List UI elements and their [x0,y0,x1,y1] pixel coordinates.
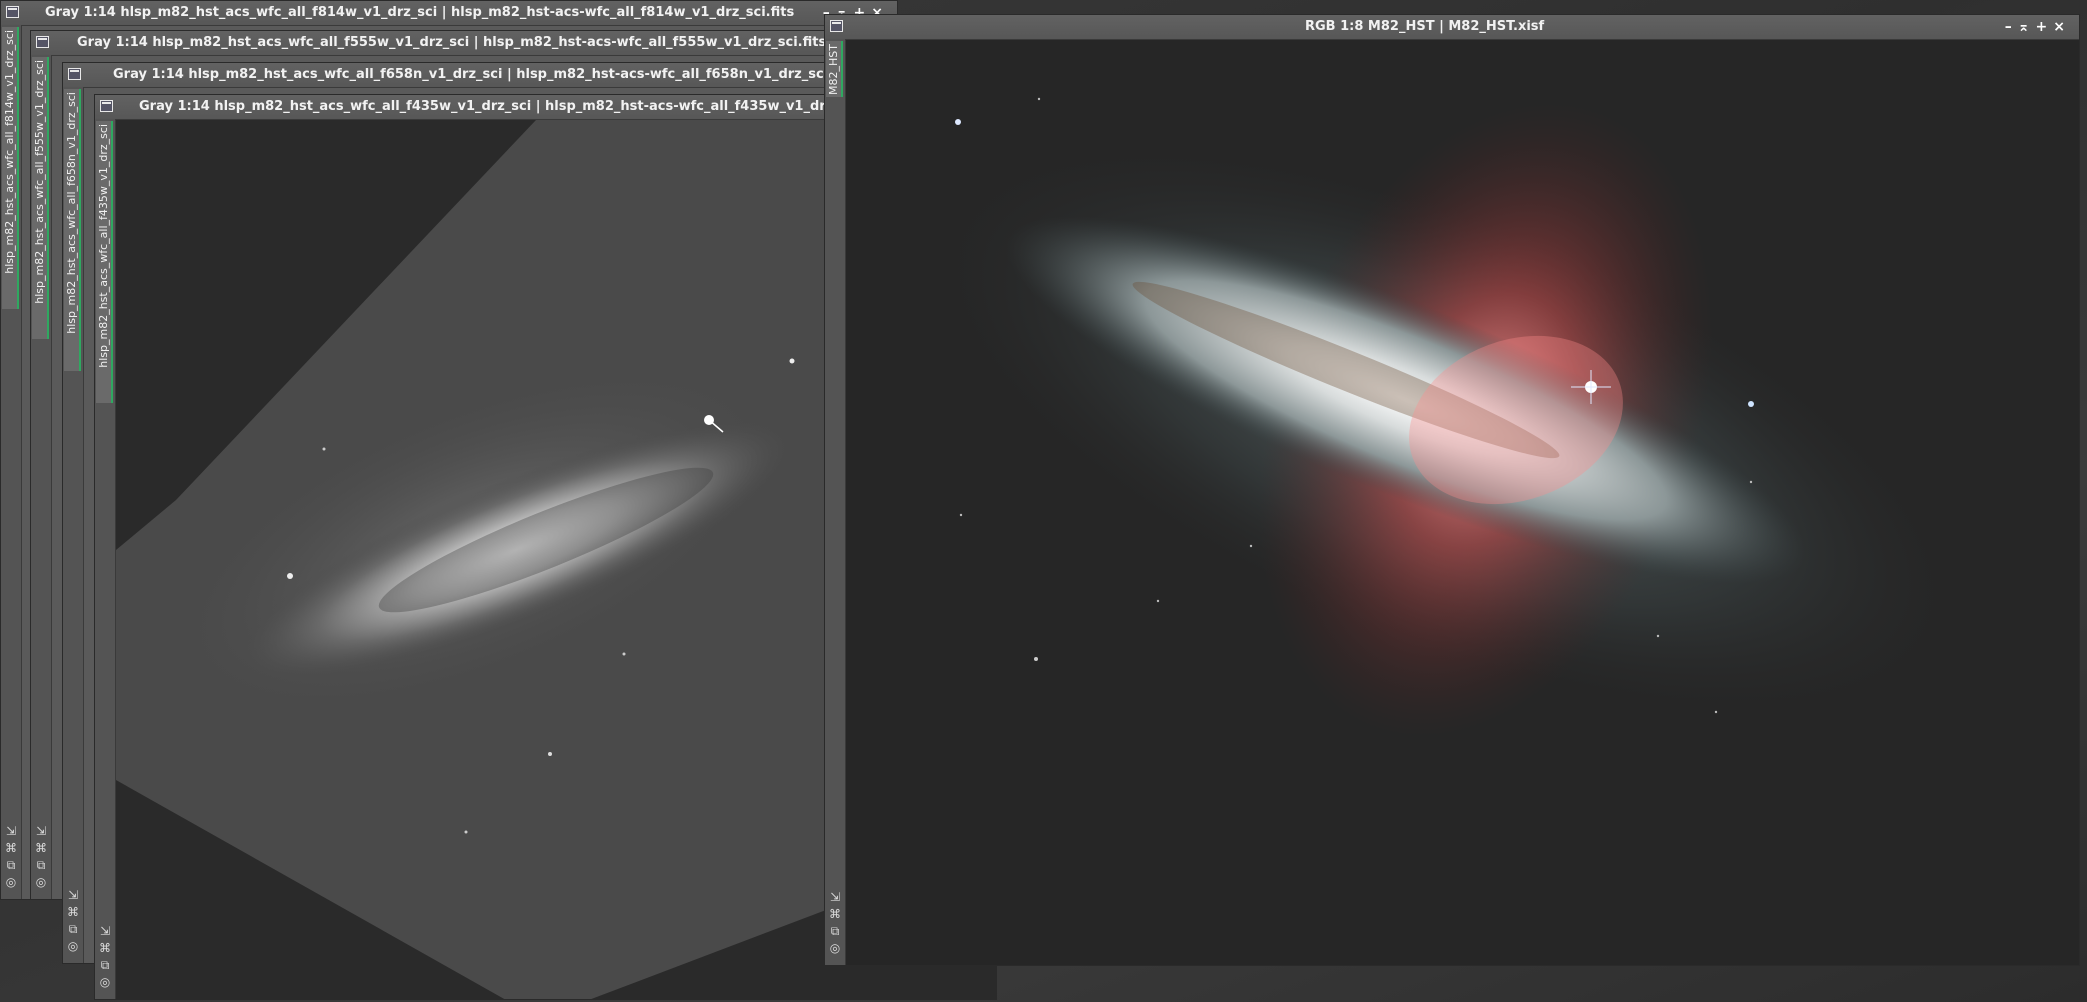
window-title: Gray 1:14 hlsp_m82_hst_acs_wfc_all_f435w… [139,99,889,114]
view-side-icons: ⇲ ⌘ ⧉ ◎ [3,823,19,891]
window-icon[interactable] [100,100,113,112]
view-id-tab[interactable]: hlsp_m82_hst_acs_wfc_all_f658n_v1_drz_sc… [64,89,81,371]
link-icon[interactable]: ⌘ [97,940,113,957]
clone-icon[interactable]: ⧉ [3,857,19,874]
view-id-label: M82_HST [827,44,840,95]
link-icon[interactable]: ⌘ [33,840,49,857]
target-icon[interactable]: ◎ [827,940,843,957]
view-tabstrip: hlsp_m82_hst_acs_wfc_all_f658n_v1_drz_sc… [63,87,84,963]
resize-icon[interactable]: ⇲ [3,823,19,840]
target-icon[interactable]: ◎ [97,974,113,991]
close-icon[interactable]: × [2053,19,2071,35]
view-side-icons: ⇲ ⌘ ⧉ ◎ [33,823,49,891]
view-id-label: hlsp_m82_hst_acs_wfc_all_f555w_v1_drz_sc… [33,60,46,304]
view-id-label: hlsp_m82_hst_acs_wfc_all_f658n_v1_drz_sc… [65,92,78,334]
target-icon[interactable]: ◎ [33,874,49,891]
window-title: RGB 1:8 M82_HST | M82_HST.xisf [1305,19,1545,34]
window-icon[interactable] [830,20,843,32]
view-tabstrip: hlsp_m82_hst_acs_wfc_all_f435w_v1_drz_sc… [95,119,116,999]
view-side-icons: ⇲ ⌘ ⧉ ◎ [827,889,843,957]
view-tabstrip: M82_HST ⇲ ⌘ ⧉ ◎ [825,39,846,965]
titlebar[interactable]: Gray 1:14 hlsp_m82_hst_acs_wfc_all_f555w… [31,31,897,56]
image-window-rgb[interactable]: RGB 1:8 M82_HST | M82_HST.xisf –⌅+× M82_… [824,14,2080,966]
clone-icon[interactable]: ⧉ [65,921,81,938]
m82-rgb-image [920,97,1972,739]
window-title: Gray 1:14 hlsp_m82_hst_acs_wfc_all_f555w… [77,35,827,50]
link-icon[interactable]: ⌘ [3,840,19,857]
resize-icon[interactable]: ⇲ [33,823,49,840]
window-controls[interactable]: –⌅+× [2005,15,2071,39]
view-tabstrip: hlsp_m82_hst_acs_wfc_all_f814w_v1_drz_sc… [1,25,22,899]
shade-icon[interactable]: ⌅ [2018,19,2036,35]
view-id-label: hlsp_m82_hst_acs_wfc_all_f814w_v1_drz_sc… [3,30,16,274]
view-side-icons: ⇲ ⌘ ⧉ ◎ [65,887,81,955]
titlebar[interactable]: Gray 1:14 hlsp_m82_hst_acs_wfc_all_f814w… [1,1,897,26]
window-title: Gray 1:14 hlsp_m82_hst_acs_wfc_all_f814w… [45,5,795,20]
window-title: Gray 1:14 hlsp_m82_hst_acs_wfc_all_f658n… [113,67,857,82]
resize-icon[interactable]: ⇲ [65,887,81,904]
maximize-icon[interactable]: + [2036,19,2054,35]
view-id-tab[interactable]: hlsp_m82_hst_acs_wfc_all_f555w_v1_drz_sc… [32,57,49,339]
window-icon[interactable] [6,6,19,18]
target-icon[interactable]: ◎ [3,874,19,891]
minimize-icon[interactable]: – [2005,19,2018,35]
resize-icon[interactable]: ⇲ [97,923,113,940]
clone-icon[interactable]: ⧉ [33,857,49,874]
view-id-tab[interactable]: hlsp_m82_hst_acs_wfc_all_f435w_v1_drz_sc… [96,121,113,403]
link-icon[interactable]: ⌘ [827,906,843,923]
resize-icon[interactable]: ⇲ [827,889,843,906]
titlebar[interactable]: RGB 1:8 M82_HST | M82_HST.xisf –⌅+× [825,15,2079,40]
target-icon[interactable]: ◎ [65,938,81,955]
view-id-tab[interactable]: hlsp_m82_hst_acs_wfc_all_f814w_v1_drz_sc… [2,27,19,309]
link-icon[interactable]: ⌘ [65,904,81,921]
clone-icon[interactable]: ⧉ [97,957,113,974]
window-icon[interactable] [68,68,81,80]
window-icon[interactable] [36,36,49,48]
image-canvas[interactable] [846,40,2079,965]
view-id-tab[interactable]: M82_HST [826,41,843,97]
clone-icon[interactable]: ⧉ [827,923,843,940]
view-tabstrip: hlsp_m82_hst_acs_wfc_all_f555w_v1_drz_sc… [31,55,52,899]
view-id-label: hlsp_m82_hst_acs_wfc_all_f435w_v1_drz_sc… [97,124,110,368]
view-side-icons: ⇲ ⌘ ⧉ ◎ [97,923,113,991]
